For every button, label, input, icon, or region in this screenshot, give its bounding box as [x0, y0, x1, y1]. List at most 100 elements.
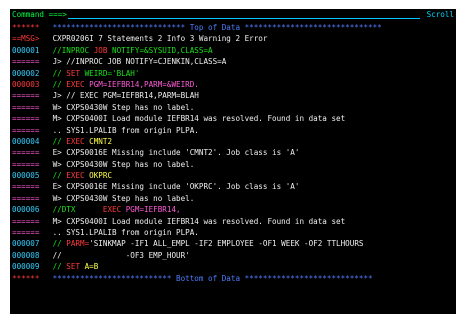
line-text: J> //INPROC JOB NOTIFY=CJENKIN,CLASS=A	[48, 56, 456, 67]
line-prefix[interactable]: ==MSG>	[12, 33, 48, 44]
line-prefix[interactable]: ======	[12, 159, 48, 170]
line-segment: A=B	[84, 262, 99, 272]
line-segment: EXEC	[66, 136, 90, 146]
line-prefix[interactable]: ======	[12, 181, 48, 192]
listing-line[interactable]: ====== J> //INPROC JOB NOTIFY=CJENKIN,CL…	[12, 56, 456, 67]
listing-line[interactable]: 000008 // -OF3 EMP_HOUR'	[12, 250, 456, 261]
command-bar: Command ===> Scroll	[10, 9, 456, 21]
line-text: // EXEC CMNT2	[48, 136, 456, 147]
listing-line[interactable]: ====== M> CXPS0400I Load module IEFBR14 …	[12, 113, 456, 124]
line-text: .. SYS1.LPALIB from origin PLPA.	[48, 227, 456, 238]
command-input[interactable]	[68, 18, 420, 19]
line-text: // -OF3 EMP_HOUR'	[48, 250, 456, 261]
line-text: // EXEC OKPRC	[48, 170, 456, 181]
line-segment: SET	[66, 262, 85, 272]
line-segment: M> CXPS0400I Load module IEFBR14 was res…	[48, 216, 346, 226]
line-segment: J> //INPROC JOB NOTIFY=CJENKIN,CLASS=A	[48, 57, 227, 67]
line-prefix[interactable]: 000006	[12, 204, 48, 215]
line-segment: PGM=IEFBR14,	[125, 205, 181, 215]
line-prefix[interactable]: ======	[12, 102, 48, 113]
listing-line[interactable]: ====== E> CXPS0016E Missing include 'OKP…	[12, 181, 456, 192]
listing-line[interactable]: ****** ************************** Bottom…	[12, 273, 456, 284]
line-segment: W> CXPS0430W Step has no label.	[48, 159, 195, 169]
line-prefix[interactable]: 000009	[12, 261, 48, 272]
line-prefix[interactable]: ======	[12, 90, 48, 101]
line-prefix[interactable]: 000007	[12, 238, 48, 249]
line-prefix[interactable]: 000001	[12, 45, 48, 56]
line-segment: // -OF3 EMP_HOUR'	[48, 250, 190, 260]
line-segment: ***************************** Top of Dat…	[48, 23, 382, 32]
line-text: //DTX EXEC PGM=IEFBR14,	[48, 204, 456, 215]
listing-line[interactable]: ====== .. SYS1.LPALIB from origin PLPA.	[12, 227, 456, 238]
line-prefix[interactable]: 000003	[12, 79, 48, 90]
line-segment: OKPRC	[89, 171, 113, 181]
line-segment: //	[48, 136, 67, 146]
line-prefix[interactable]: 000002	[12, 68, 48, 79]
scroll-label[interactable]: Scroll	[427, 9, 454, 21]
listing-line[interactable]: 000006 //DTX EXEC PGM=IEFBR14,	[12, 204, 456, 215]
listing-line[interactable]: ====== E> CXPS0016E Missing include 'CMN…	[12, 147, 456, 158]
line-segment: 'SINKMAP -IF1 ALL_EMPL -IF2 EMPLOYEE -OF…	[89, 239, 364, 249]
line-segment: SET	[66, 68, 85, 78]
listing-line[interactable]: 000009 // SET A=B	[12, 261, 456, 272]
listing-line[interactable]: 000007 // PARM='SINKMAP -IF1 ALL_EMPL -I…	[12, 238, 456, 249]
line-prefix[interactable]: 000005	[12, 170, 48, 181]
terminal-screen: Command ===> Scroll ****** *************…	[10, 9, 456, 314]
line-prefix[interactable]: ======	[12, 125, 48, 136]
line-segment: EXEC	[102, 205, 126, 215]
line-text: .. SYS1.LPALIB from origin PLPA.	[48, 125, 456, 136]
line-segment: W> CXPS0430W Step has no label.	[48, 193, 195, 203]
line-prefix[interactable]: 000004	[12, 136, 48, 147]
listing-line[interactable]: 000002 // SET WEIRD='BLAH'	[12, 68, 456, 79]
line-prefix[interactable]: ======	[12, 56, 48, 67]
listing-line[interactable]: ====== J> // EXEC PGM=IEFBR14,PARM=BLAH	[12, 90, 456, 101]
line-segment: M> CXPS0400I Load module IEFBR14 was res…	[48, 114, 346, 124]
listing-line[interactable]: ====== W> CXPS0430W Step has no label.	[12, 102, 456, 113]
line-text: E> CXPS0016E Missing include 'OKPRC'. Jo…	[48, 181, 456, 192]
line-text: M> CXPS0400I Load module IEFBR14 was res…	[48, 216, 456, 227]
command-label: Command ===>	[12, 10, 67, 19]
line-segment: //	[48, 171, 67, 181]
listing-line[interactable]: ****** ***************************** Top…	[12, 22, 456, 33]
line-segment: EXEC	[66, 79, 90, 89]
line-prefix[interactable]: ======	[12, 216, 48, 227]
line-prefix[interactable]: 000008	[12, 250, 48, 261]
line-text: ************************** Bottom of Dat…	[48, 273, 456, 284]
listing-line[interactable]: ====== M> CXPS0400I Load module IEFBR14 …	[12, 216, 456, 227]
line-segment: J> // EXEC PGM=IEFBR14,PARM=BLAH	[48, 91, 199, 101]
line-prefix[interactable]: ******	[12, 22, 48, 33]
listing-line[interactable]: 000003 // EXEC PGM=IEFBR14,PARM=&WEIRD.	[12, 79, 456, 90]
line-segment: PARM=	[66, 239, 90, 249]
line-prefix[interactable]: ======	[12, 147, 48, 158]
line-segment: WEIRD='BLAH'	[84, 68, 140, 78]
line-text: //INPROC JOB NOTIFY=&SYSUID,CLASS=A	[48, 45, 456, 56]
line-segment: //	[48, 68, 67, 78]
line-segment: EXEC	[66, 171, 90, 181]
listing-line[interactable]: ====== .. SYS1.LPALIB from origin PLPA.	[12, 125, 456, 136]
line-text: // PARM='SINKMAP -IF1 ALL_EMPL -IF2 EMPL…	[48, 238, 456, 249]
line-prefix[interactable]: ======	[12, 227, 48, 238]
line-text: E> CXPS0016E Missing include 'CMNT2'. Jo…	[48, 147, 456, 158]
line-text: W> CXPS0430W Step has no label.	[48, 193, 456, 204]
line-prefix[interactable]: ******	[12, 273, 48, 284]
line-text: J> // EXEC PGM=IEFBR14,PARM=BLAH	[48, 90, 456, 101]
line-segment: //INPROC	[48, 45, 94, 55]
listing-line[interactable]: 000001 //INPROC JOB NOTIFY=&SYSUID,CLASS…	[12, 45, 456, 56]
listing-line[interactable]: ====== W> CXPS0430W Step has no label.	[12, 159, 456, 170]
listing-line[interactable]: ==MSG> CXPR0206I 7 Statements 2 Info 3 W…	[12, 33, 456, 44]
line-text: // SET A=B	[48, 261, 456, 272]
listing-line[interactable]: 000005 // EXEC OKPRC	[12, 170, 456, 181]
listing-line[interactable]: 000004 // EXEC CMNT2	[12, 136, 456, 147]
line-text: // EXEC PGM=IEFBR14,PARM=&WEIRD.	[48, 79, 456, 90]
line-segment: //	[48, 79, 67, 89]
line-prefix[interactable]: ======	[12, 193, 48, 204]
line-text: CXPR0206I 7 Statements 2 Info 3 Warning …	[48, 33, 456, 44]
listing-line[interactable]: ====== W> CXPS0430W Step has no label.	[12, 193, 456, 204]
line-text: // SET WEIRD='BLAH'	[48, 68, 456, 79]
line-segment: .. SYS1.LPALIB from origin PLPA.	[48, 228, 199, 238]
line-segment: //	[48, 239, 67, 249]
line-text: ***************************** Top of Dat…	[48, 22, 456, 33]
line-segment: CXPR0206I 7 Statements 2 Info 3 Warning …	[48, 34, 268, 44]
line-text: W> CXPS0430W Step has no label.	[48, 159, 456, 170]
line-prefix[interactable]: ======	[12, 113, 48, 124]
